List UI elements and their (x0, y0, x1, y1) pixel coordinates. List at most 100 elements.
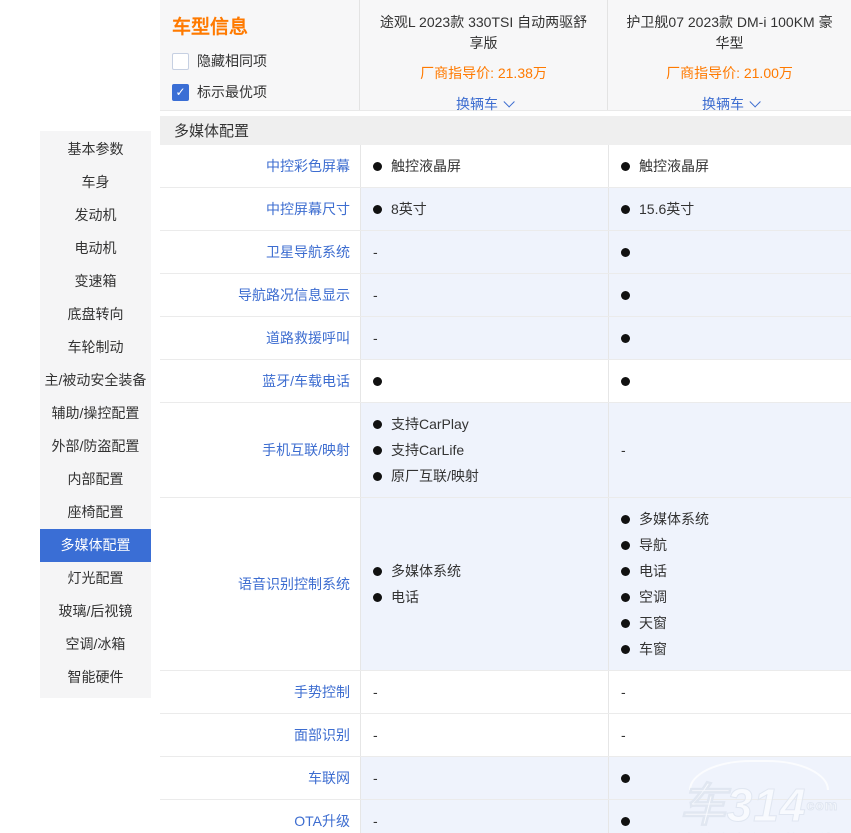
sidebar-item[interactable]: 内部配置 (40, 463, 151, 496)
spec-label-link[interactable]: 卫星导航系统 (160, 231, 360, 273)
spec-value-item: 多媒体系统 (621, 506, 845, 532)
spec-value-item: 电话 (621, 558, 845, 584)
sidebar-item[interactable]: 主/被动安全装备 (40, 364, 151, 397)
spec-value-item: 空调 (621, 584, 845, 610)
spec-value-cell (608, 757, 851, 799)
sidebar-item[interactable]: 车轮制动 (40, 331, 151, 364)
sidebar-item[interactable]: 底盘转向 (40, 298, 151, 331)
spec-value-item (621, 774, 845, 783)
spec-value-text: 空调 (639, 584, 667, 610)
table-row: 导航路况信息显示- (160, 274, 851, 317)
category-sidebar: 基本参数车身发动机电动机变速箱底盘转向车轮制动主/被动安全装备辅助/操控配置外部… (40, 131, 151, 698)
checkbox-icon[interactable]: ✓ (172, 53, 189, 70)
table-row: 道路救援呼叫- (160, 317, 851, 360)
spec-value-item: - (621, 722, 845, 748)
table-row: OTA升级- (160, 800, 851, 833)
equipped-dot-icon (621, 291, 630, 300)
change-car-button[interactable]: 换辆车 (456, 94, 511, 114)
spec-label-link[interactable]: 蓝牙/车载电话 (160, 360, 360, 402)
equipped-dot-icon (621, 567, 630, 576)
compare-header: 车型信息 ✓ 隐藏相同项 ✓ 标示最优项 途观L 2023款 330TSI 自动… (160, 0, 851, 111)
spec-value-item: - (621, 437, 845, 463)
sidebar-item[interactable]: 辅助/操控配置 (40, 397, 151, 430)
spec-value-item: - (373, 808, 602, 833)
spec-label-link[interactable]: OTA升级 (160, 800, 360, 833)
car-compare-page: 基本参数车身发动机电动机变速箱底盘转向车轮制动主/被动安全装备辅助/操控配置外部… (0, 0, 851, 833)
equipped-dot-icon (621, 515, 630, 524)
sidebar-item[interactable]: 玻璃/后视镜 (40, 595, 151, 628)
spec-value-text: 车窗 (639, 636, 667, 662)
equipped-dot-icon (621, 248, 630, 257)
sidebar-item[interactable]: 外部/防盗配置 (40, 430, 151, 463)
spec-value-cell (608, 360, 851, 402)
sidebar-item[interactable]: 电动机 (40, 232, 151, 265)
sidebar-item[interactable]: 座椅配置 (40, 496, 151, 529)
equipped-dot-icon (621, 774, 630, 783)
change-car-button[interactable]: 换辆车 (702, 94, 757, 114)
equipped-dot-icon (373, 420, 382, 429)
spec-value-cell: 15.6英寸 (608, 188, 851, 230)
sidebar-item[interactable]: 多媒体配置 (40, 529, 151, 562)
spec-value-item: - (373, 282, 602, 308)
table-row: 面部识别-- (160, 714, 851, 757)
sidebar-item[interactable]: 变速箱 (40, 265, 151, 298)
equipped-dot-icon (621, 541, 630, 550)
sidebar-item[interactable]: 空调/冰箱 (40, 628, 151, 661)
car-price: 厂商指导价: 21.00万 (666, 63, 793, 83)
spec-label-link[interactable]: 面部识别 (160, 714, 360, 756)
equipped-dot-icon (621, 205, 630, 214)
checkbox-icon[interactable]: ✓ (172, 84, 189, 101)
mark-best-checkbox[interactable]: ✓ 标示最优项 (172, 82, 347, 102)
spec-value-text: 导航 (639, 532, 667, 558)
spec-value-item: - (373, 722, 602, 748)
spec-value-cell: - (360, 231, 608, 273)
spec-value-item: 15.6英寸 (621, 196, 845, 222)
spec-value-item (373, 377, 602, 386)
spec-value-item: 触控液晶屏 (621, 153, 845, 179)
spec-label-link[interactable]: 车联网 (160, 757, 360, 799)
spec-value-cell: 多媒体系统电话 (360, 498, 608, 670)
spec-value-item: 天窗 (621, 610, 845, 636)
spec-value-item: - (373, 765, 602, 791)
spec-label-link[interactable]: 道路救援呼叫 (160, 317, 360, 359)
spec-value-text: 8英寸 (391, 196, 427, 222)
table-row: 中控彩色屏幕触控液晶屏触控液晶屏 (160, 145, 851, 188)
spec-value-item: 原厂互联/映射 (373, 463, 602, 489)
spec-label-link[interactable]: 手机互联/映射 (160, 403, 360, 497)
spec-value-text: 支持CarLife (391, 437, 464, 463)
spec-value-cell: 8英寸 (360, 188, 608, 230)
spec-label-link[interactable]: 中控屏幕尺寸 (160, 188, 360, 230)
sidebar-item[interactable]: 基本参数 (40, 133, 151, 166)
spec-label-link[interactable]: 导航路况信息显示 (160, 274, 360, 316)
spec-value-cell: 支持CarPlay支持CarLife原厂互联/映射 (360, 403, 608, 497)
spec-value-text: 天窗 (639, 610, 667, 636)
spec-label-link[interactable]: 中控彩色屏幕 (160, 145, 360, 187)
spec-value-item: 支持CarLife (373, 437, 602, 463)
spec-value-item: - (621, 679, 845, 705)
spec-value-item: 导航 (621, 532, 845, 558)
table-row: 车联网- (160, 757, 851, 800)
spec-value-item: 8英寸 (373, 196, 602, 222)
equipped-dot-icon (373, 593, 382, 602)
spec-value-item (621, 334, 845, 343)
sidebar-item[interactable]: 车身 (40, 166, 151, 199)
sidebar-item[interactable]: 发动机 (40, 199, 151, 232)
spec-label-link[interactable]: 手势控制 (160, 671, 360, 713)
spec-value-cell: - (360, 274, 608, 316)
checkbox-label: 标示最优项 (197, 82, 267, 102)
hide-same-checkbox[interactable]: ✓ 隐藏相同项 (172, 51, 347, 71)
spec-value-cell: - (608, 671, 851, 713)
table-row: 卫星导航系统- (160, 231, 851, 274)
spec-value-cell: - (360, 317, 608, 359)
spec-value-text: 电话 (639, 558, 667, 584)
sidebar-item[interactable]: 灯光配置 (40, 562, 151, 595)
spec-label-link[interactable]: 语音识别控制系统 (160, 498, 360, 670)
car-price: 厂商指导价: 21.38万 (420, 63, 547, 83)
spec-value-text: 原厂互联/映射 (391, 463, 479, 489)
spec-value-text: 多媒体系统 (391, 558, 461, 584)
sidebar-item[interactable]: 智能硬件 (40, 661, 151, 694)
spec-value-item: - (373, 679, 602, 705)
spec-value-cell: 多媒体系统导航电话空调天窗车窗 (608, 498, 851, 670)
equipped-dot-icon (373, 377, 382, 386)
car-name: 护卫舰07 2023款 DM-i 100KM 豪华型 (624, 12, 835, 54)
